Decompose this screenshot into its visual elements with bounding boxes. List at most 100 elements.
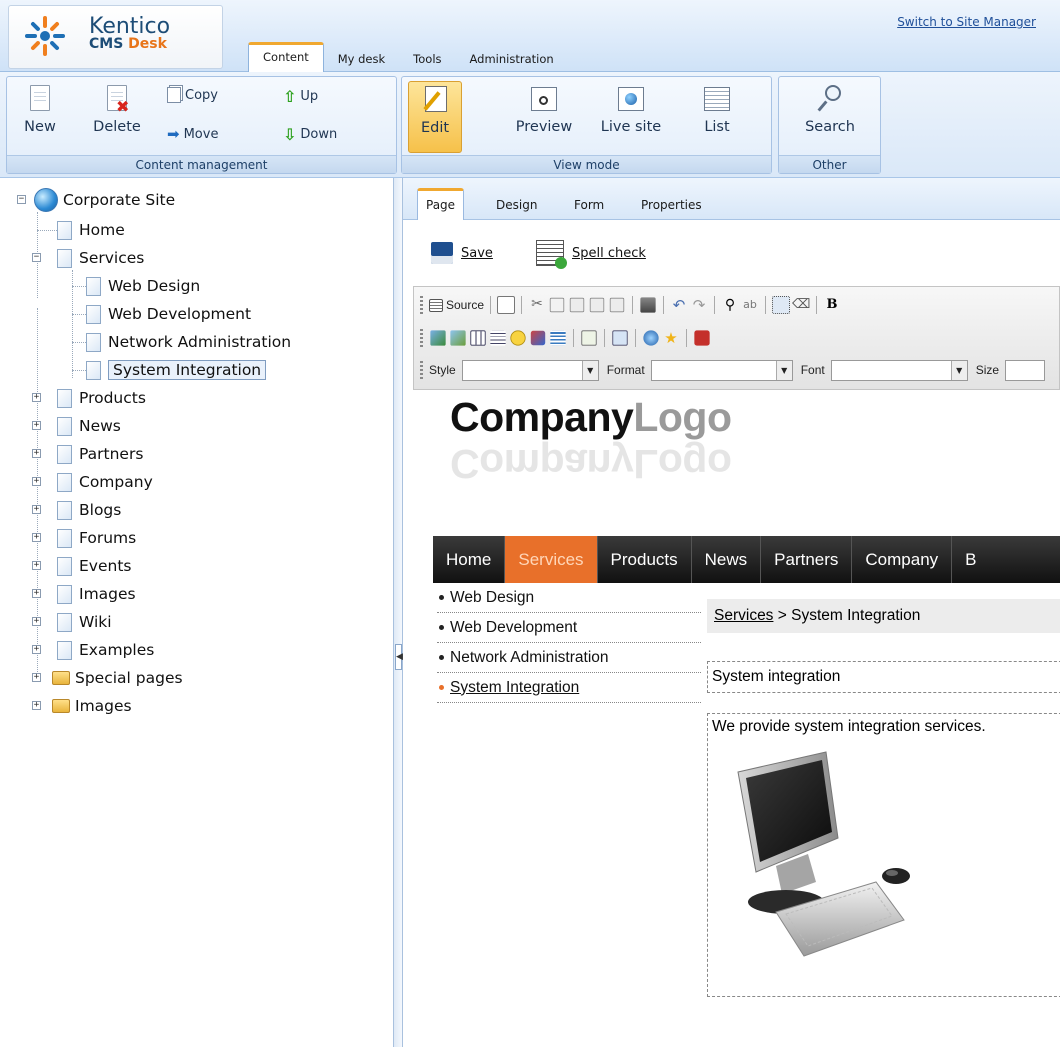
paste-text-icon[interactable] [589,297,605,313]
expand-images-toggle[interactable]: + [32,589,41,598]
insert-flash-icon[interactable] [643,330,659,346]
copy-icon[interactable] [549,297,565,313]
tree-node-forums[interactable]: Forums [57,527,136,549]
tab-design[interactable]: Design [496,193,537,217]
nav-products[interactable]: Products [598,536,692,583]
special-char-icon[interactable] [530,330,546,346]
side-menu-web-development[interactable]: Web Development [437,613,701,643]
tab-content[interactable]: Content [248,42,324,72]
new-button[interactable]: New [17,83,63,135]
find-icon[interactable]: ⚲ [721,296,739,314]
source-button[interactable]: Source [429,298,484,312]
expand-events-toggle[interactable]: + [32,561,41,570]
tree-node-products[interactable]: Products [57,387,146,409]
tree-node-system-integration[interactable]: System Integration [86,359,267,381]
up-button[interactable]: ⇧ Up [283,87,318,106]
expand-company-toggle[interactable]: + [32,477,41,486]
paste-icon[interactable] [569,297,585,313]
side-menu-network-administration[interactable]: Network Administration [437,643,701,673]
tree-node-web-development[interactable]: Web Development [86,303,251,325]
tree-node-blogs[interactable]: Blogs [57,499,121,521]
undo-icon[interactable]: ↶ [670,296,688,314]
tree-node-services[interactable]: Services [57,247,144,269]
tab-my-desk[interactable]: My desk [324,46,399,72]
search-button[interactable]: Search [793,83,867,135]
nav-services[interactable]: Services [505,536,598,583]
tree-node-images-folder[interactable]: Images [52,695,132,717]
page-content-editable[interactable]: We provide system integration services. [707,713,1060,997]
size-select[interactable] [1005,359,1046,381]
cut-icon[interactable]: ✂ [528,296,546,314]
spell-check-button[interactable]: Spell check [536,240,646,269]
page-title-field[interactable]: System integration [707,661,1060,693]
expand-examples-toggle[interactable]: + [32,645,41,654]
tree-node-events[interactable]: Events [57,555,131,577]
edit-button[interactable]: Edit [408,81,462,153]
expand-special-pages-toggle[interactable]: + [32,673,41,682]
youtube-icon[interactable] [694,330,710,346]
tree-node-network-administration[interactable]: Network Administration [86,331,291,353]
style-select[interactable]: ▼ [461,359,599,381]
template-icon[interactable] [581,330,597,346]
remove-format-icon[interactable]: ⌫ [792,296,810,314]
save-button[interactable]: Save [431,242,493,264]
collapse-services-toggle[interactable]: − [32,253,41,262]
preview-button[interactable]: Preview [508,83,580,135]
expand-forums-toggle[interactable]: + [32,533,41,542]
list-button[interactable]: List [686,83,748,135]
breadcrumb-services-link[interactable]: Services [714,607,773,624]
nav-partners[interactable]: Partners [761,536,853,583]
delete-button[interactable]: ✖ Delete [85,83,149,135]
select-all-icon[interactable] [772,296,791,314]
side-menu-system-integration[interactable]: System Integration [437,673,701,703]
smiley-icon[interactable] [510,330,526,346]
tab-page[interactable]: Page [417,188,465,220]
expand-partners-toggle[interactable]: + [32,449,41,458]
nav-news[interactable]: News [692,536,762,583]
tree-node-special-pages[interactable]: Special pages [52,667,183,689]
tree-node-news[interactable]: News [57,415,121,437]
expand-products-toggle[interactable]: + [32,393,41,402]
collapse-root-toggle[interactable]: − [17,195,26,204]
nav-home[interactable]: Home [433,536,506,583]
insert-media-icon[interactable] [450,330,466,346]
collapse-tree-icon[interactable]: ◀ [395,644,403,670]
replace-icon[interactable]: ab [741,296,759,314]
expand-news-toggle[interactable]: + [32,421,41,430]
tree-node-partners[interactable]: Partners [57,443,143,465]
print-icon[interactable] [640,297,656,313]
insert-widget-icon[interactable] [612,330,628,346]
side-menu-web-design[interactable]: Web Design [437,583,701,613]
font-select[interactable]: ▼ [830,359,968,381]
format-select[interactable]: ▼ [650,359,793,381]
switch-to-site-manager-link[interactable]: Switch to Site Manager [897,15,1036,29]
insert-table-icon[interactable] [470,330,486,346]
insert-image-icon[interactable] [430,330,446,346]
horizontal-rule-icon[interactable] [490,330,506,346]
tree-node-home[interactable]: Home [57,219,125,241]
tree-node-company[interactable]: Company [57,471,153,493]
nav-company[interactable]: Company [852,536,953,583]
tab-form[interactable]: Form [574,193,604,217]
expand-blogs-toggle[interactable]: + [32,505,41,514]
tab-tools[interactable]: Tools [399,46,455,72]
tree-node-examples[interactable]: Examples [57,639,154,661]
move-button[interactable]: ➡ Move [167,125,218,143]
insert-favorite-icon[interactable]: ★ [662,329,680,347]
expand-wiki-toggle[interactable]: + [32,617,41,626]
redo-icon[interactable]: ↷ [690,296,708,314]
tree-splitter[interactable]: ◀ [393,178,403,1047]
tab-properties[interactable]: Properties [641,193,702,217]
paste-word-icon[interactable] [609,297,625,313]
page-break-icon[interactable] [550,330,566,346]
nav-b[interactable]: B [952,536,989,583]
preview-page-icon[interactable] [497,296,516,314]
copy-button[interactable]: Copy [167,87,218,103]
tree-node-images[interactable]: Images [57,583,136,605]
down-button[interactable]: ⇩ Down [283,125,337,144]
tree-node-wiki[interactable]: Wiki [57,611,112,633]
tab-administration[interactable]: Administration [456,46,568,72]
expand-images-folder-toggle[interactable]: + [32,701,41,710]
bold-icon[interactable]: B [823,296,841,314]
tree-node-corporate-site[interactable]: Corporate Site [34,188,175,212]
